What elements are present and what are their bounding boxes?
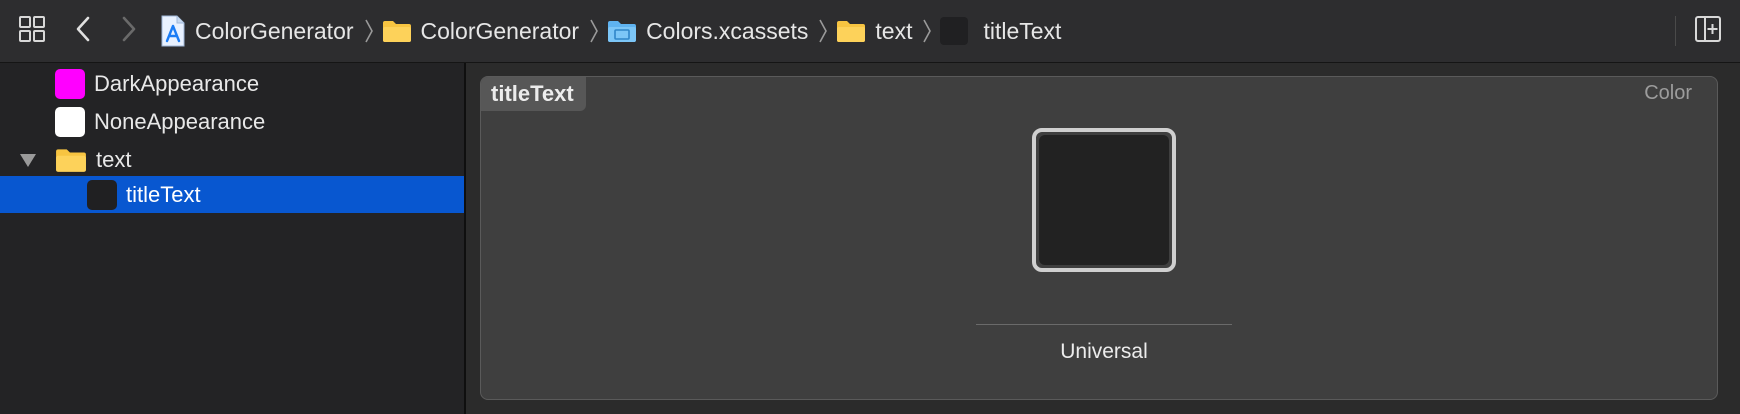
color-set-icon [940,17,974,45]
list-item[interactable]: text [0,141,464,178]
chevron-right-icon [120,15,138,48]
xcode-asset-editor-window: ColorGenerator ColorGenerator Colors.xca… [0,0,1740,414]
breadcrumb-item-group[interactable]: ColorGenerator [382,0,580,62]
color-well[interactable] [1032,128,1176,272]
list-item-label: NoneAppearance [94,108,266,134]
asset-navigator: DarkAppearance NoneAppearance text title… [0,63,464,414]
list-item[interactable]: DarkAppearance [0,65,464,102]
breadcrumb-item-folder[interactable]: text [836,0,912,62]
related-items-grid-icon [18,15,46,48]
list-item-label: DarkAppearance [94,70,260,96]
chevron-left-icon [74,15,92,48]
toolbar-divider [1675,16,1676,46]
breadcrumb: ColorGenerator ColorGenerator Colors.xca… [160,0,1061,62]
breadcrumb-separator-icon [818,17,828,45]
color-well-label: Universal [1060,340,1148,363]
folder-icon [836,19,866,43]
list-item[interactable]: NoneAppearance [0,103,464,140]
breadcrumb-label: text [875,17,913,44]
breadcrumb-item-asset-catalog[interactable]: Colors.xcassets [607,0,808,62]
project-file-icon [160,15,186,47]
folder-icon [55,147,87,173]
color-swatch-icon [87,179,117,210]
related-items-button[interactable] [18,0,46,62]
color-swatch-icon [55,106,85,137]
breadcrumb-label: titleText [983,17,1062,44]
add-editor-button[interactable] [1694,0,1722,62]
folder-icon [382,19,412,43]
add-editor-icon [1694,15,1722,48]
jump-bar: ColorGenerator ColorGenerator Colors.xca… [0,0,1740,63]
breadcrumb-item-project[interactable]: ColorGenerator [160,0,354,62]
list-item[interactable]: titleText [0,176,464,213]
breadcrumb-label: ColorGenerator [195,17,354,44]
breadcrumb-separator-icon [589,17,599,45]
asset-type-label: Color [1644,82,1692,104]
color-well-fill [1039,135,1169,265]
forward-button[interactable] [120,0,138,62]
back-button[interactable] [74,0,92,62]
divider [976,324,1232,325]
list-item-label: titleText [126,181,201,207]
breadcrumb-separator-icon [922,17,932,45]
breadcrumb-item-color-set[interactable]: titleText [940,0,1061,62]
color-set-name[interactable]: titleText [481,77,586,111]
breadcrumb-separator-icon [364,17,374,45]
color-swatch-icon [55,68,85,99]
breadcrumb-label: ColorGenerator [420,17,580,44]
list-item-label: text [96,146,132,172]
breadcrumb-label: Colors.xcassets [646,17,809,44]
asset-catalog-icon [607,19,637,43]
disclosure-triangle-icon[interactable] [19,152,55,168]
